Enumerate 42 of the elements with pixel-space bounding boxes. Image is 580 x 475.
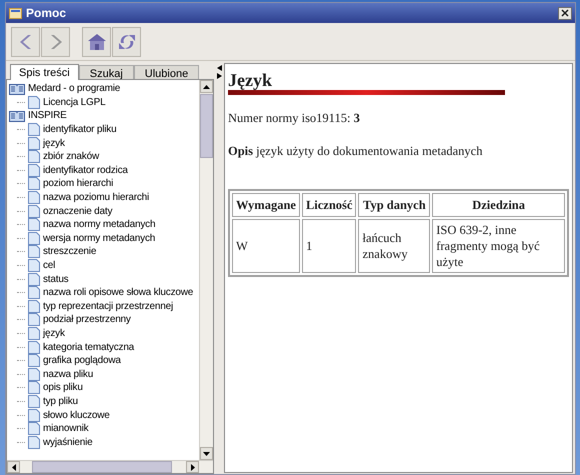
table-cell: W	[232, 218, 300, 272]
tree-item[interactable]: słowo kluczowe	[43, 408, 110, 422]
tree-item[interactable]: poziom hierarchi	[43, 177, 114, 190]
tree-item[interactable]: INSPIRE	[28, 109, 67, 122]
table-cell: 1	[302, 218, 356, 272]
tree-item[interactable]: Licencja LGPL	[43, 96, 106, 109]
tree-item[interactable]: oznaczenie daty	[43, 204, 112, 218]
tree-item[interactable]: cel	[43, 259, 56, 272]
tree-item[interactable]: nazwa normy metadanych	[43, 218, 156, 232]
tree-item[interactable]: nazwa pliku	[43, 368, 94, 381]
tree-item[interactable]: wyjaśnienie	[43, 436, 92, 449]
norm-number: Numer normy iso19115: 3	[228, 110, 360, 127]
tree-item[interactable]: Medard - o programie	[28, 82, 120, 96]
tab[interactable]: Ulubione	[134, 65, 200, 79]
column-header: Typ danych	[358, 192, 430, 216]
tree-item[interactable]: grafika poglądowa	[43, 354, 121, 368]
tree-item[interactable]: opis pliku	[43, 381, 83, 394]
table-cell: łańcuch znakowy	[358, 218, 430, 272]
column-header: Dziedzina	[432, 192, 565, 216]
tab[interactable]: Szukaj	[78, 65, 134, 79]
tree-item[interactable]: typ reprezentacji przestrzennej	[43, 300, 173, 313]
tree-item[interactable]: kategoria tematyczna	[43, 340, 134, 354]
tree-item[interactable]: zbiór znaków	[43, 150, 99, 164]
description: Opis język użyty do dokumentowania metadanych	[228, 142, 482, 160]
tree-item[interactable]: identyfikator pliku	[43, 123, 116, 136]
page-heading: Język	[228, 70, 272, 90]
tree-item[interactable]: nazwa poziomu hierarchi	[43, 191, 150, 204]
tree-item[interactable]: podział przestrzenny	[43, 313, 131, 326]
tree-item[interactable]: nazwa roli opisowe słowa kluczowe	[43, 286, 194, 300]
column-header: Liczność	[302, 192, 356, 216]
tree-item[interactable]: język	[43, 326, 65, 340]
tree-item[interactable]: język	[43, 136, 65, 150]
tab[interactable]: Spis treści	[10, 64, 79, 80]
tree-item[interactable]: typ pliku	[43, 394, 78, 408]
tree-item[interactable]: identyfikator rodzica	[43, 164, 128, 177]
tree-item[interactable]: mianownik	[43, 422, 88, 436]
tree-item[interactable]: wersja normy metadanych	[43, 232, 156, 245]
tree-item[interactable]: streszczenie	[43, 245, 96, 258]
table-cell: ISO 639-2, inne fragmenty mogą być użyte	[432, 218, 565, 272]
tree-item[interactable]: status	[43, 272, 68, 286]
column-header: Wymagane	[232, 192, 300, 216]
window-title: Pomoc	[26, 5, 66, 22]
